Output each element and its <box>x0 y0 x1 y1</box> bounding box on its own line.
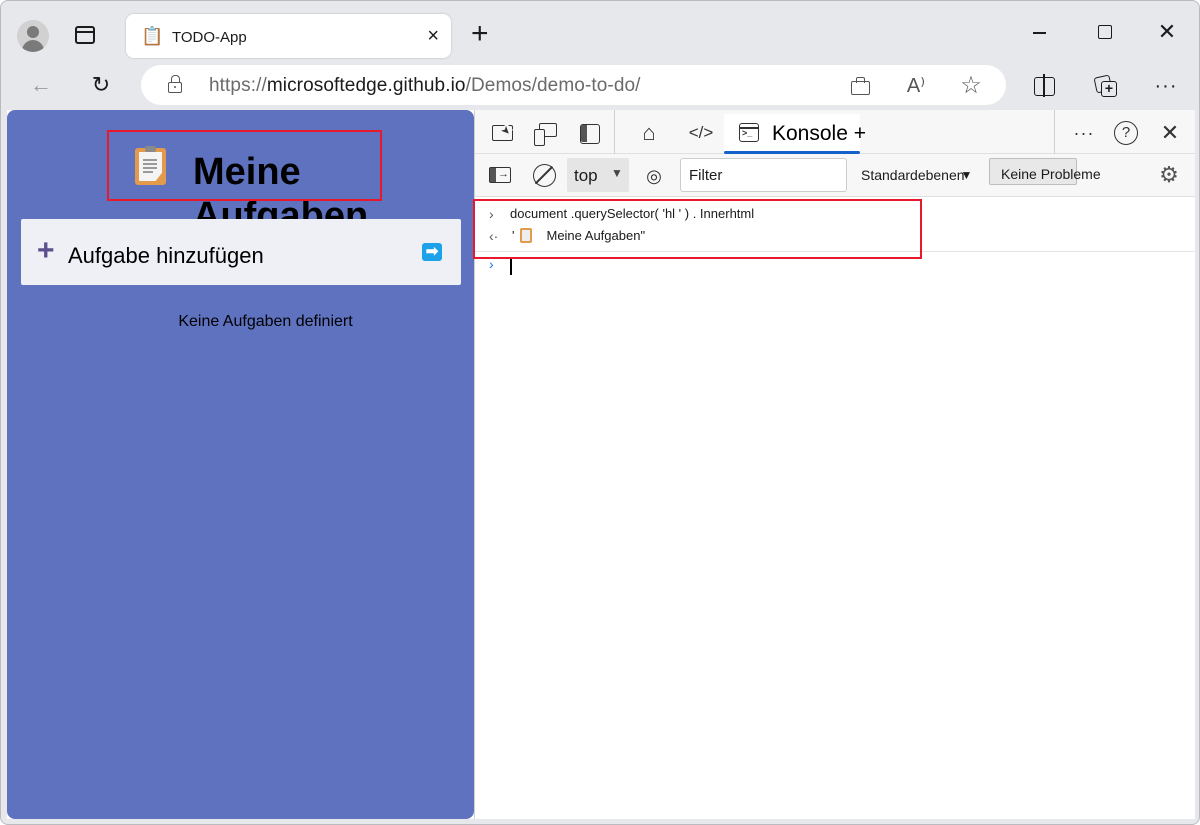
divider <box>1054 110 1055 154</box>
console-icon <box>739 123 759 142</box>
avatar-head <box>27 26 39 38</box>
read-aloud-icon[interactable]: A⁾ <box>903 73 929 99</box>
navigation-bar: ← ↻ https://microsoftedge.github.io/Demo… <box>1 63 1199 109</box>
tab-console[interactable]: Konsole + <box>724 114 866 154</box>
log-levels-dropdown[interactable]: Standardebenen▼ <box>861 167 972 183</box>
profile-avatar[interactable] <box>17 20 49 52</box>
empty-message: Keine Aufgaben definiert <box>178 313 353 330</box>
lock-icon[interactable] <box>168 75 182 93</box>
browser-tab[interactable]: 📋 TODO-App × <box>126 14 451 58</box>
collections-icon[interactable] <box>1091 71 1121 101</box>
settings-more-button[interactable]: ··· <box>1151 71 1181 101</box>
inspect-element-icon[interactable] <box>489 120 515 146</box>
address-bar[interactable]: https://microsoftedge.github.io/Demos/de… <box>141 65 1006 105</box>
elements-tab-icon[interactable]: </> <box>688 120 714 146</box>
welcome-home-icon[interactable]: ⌂ <box>636 120 662 146</box>
gear-icon[interactable]: ⚙ <box>1156 162 1182 188</box>
divider <box>614 110 615 154</box>
split-screen-icon[interactable] <box>1029 71 1059 101</box>
console-prompt[interactable]: › <box>475 256 1195 278</box>
more-tools-button[interactable]: ··· <box>1071 120 1097 146</box>
content-area: Meine Aufgaben + Aufgabe hinzufügen ➡ Ke… <box>7 110 1195 819</box>
title-bar: 📋 TODO-App × + ✕ <box>1 1 1199 63</box>
devtools-tab-bar: ⌂ </> Konsole + ··· ✕ <box>475 110 1195 154</box>
url-text[interactable]: https://microsoftedge.github.io/Demos/de… <box>209 75 641 97</box>
device-emulation-icon[interactable] <box>532 120 558 146</box>
tab-title: TODO-App <box>172 29 247 46</box>
back-button[interactable]: ← <box>25 69 57 101</box>
submit-arrow-button[interactable]: ➡ <box>422 243 442 261</box>
browser-window: 📋 TODO-App × + ✕ ← ↻ https://microsofted… <box>0 0 1200 825</box>
app-available-icon[interactable] <box>847 73 873 99</box>
clipboard-icon: 📋 <box>141 26 164 46</box>
todo-app: Meine Aufgaben + Aufgabe hinzufügen ➡ Ke… <box>7 110 474 819</box>
url-scheme: https:// <box>209 75 267 96</box>
console-sidebar-icon[interactable] <box>489 165 511 183</box>
help-icon[interactable] <box>1113 120 1139 146</box>
context-selector-value: top <box>574 166 598 185</box>
clear-console-icon[interactable] <box>533 164 556 187</box>
devtools-panel: ⌂ </> Konsole + ··· ✕ top ▼ ◎ <box>473 110 1195 819</box>
url-path: /Demos/demo-to-do/ <box>465 75 641 96</box>
refresh-button[interactable]: ↻ <box>85 69 117 101</box>
highlight-box <box>107 130 382 201</box>
minimize-button[interactable] <box>1024 17 1054 47</box>
devtools-close-button[interactable]: ✕ <box>1157 120 1183 146</box>
chevron-down-icon: ▼ <box>960 168 973 182</box>
context-selector[interactable]: top ▼ <box>567 158 629 192</box>
filter-input[interactable] <box>680 158 847 192</box>
tab-close-button[interactable]: × <box>427 23 439 49</box>
add-task-label[interactable]: Aufgabe hinzufügen <box>68 243 264 269</box>
console-toolbar: top ▼ ◎ Standardebenen▼ Keine Probleme ⚙ <box>475 154 1195 197</box>
text-cursor <box>510 258 512 275</box>
tab-actions-icon[interactable] <box>75 26 95 44</box>
window-close-button[interactable]: ✕ <box>1152 17 1182 47</box>
favorite-star-icon[interactable]: ☆ <box>958 73 984 99</box>
live-expression-eye-icon[interactable]: ◎ <box>641 163 667 189</box>
log-levels-label: Standardebenen <box>861 167 965 183</box>
url-host: microsoftedge.github.io <box>266 75 466 96</box>
issues-label: Keine Probleme <box>1001 166 1101 182</box>
plus-icon: + <box>37 234 55 267</box>
console-output[interactable]: › document .querySelector( 'hl ' ) . Inn… <box>473 198 1195 819</box>
highlight-box <box>473 199 922 259</box>
dock-side-icon[interactable] <box>576 120 602 146</box>
tab-console-label: Konsole + <box>772 122 866 145</box>
avatar-body <box>22 40 44 52</box>
maximize-button[interactable] <box>1089 17 1119 47</box>
issues-button[interactable]: Keine Probleme <box>989 158 1101 185</box>
new-tab-button[interactable]: + <box>471 19 489 49</box>
add-task-field[interactable]: + Aufgabe hinzufügen ➡ <box>21 219 461 285</box>
chevron-down-icon: ▼ <box>611 166 623 180</box>
